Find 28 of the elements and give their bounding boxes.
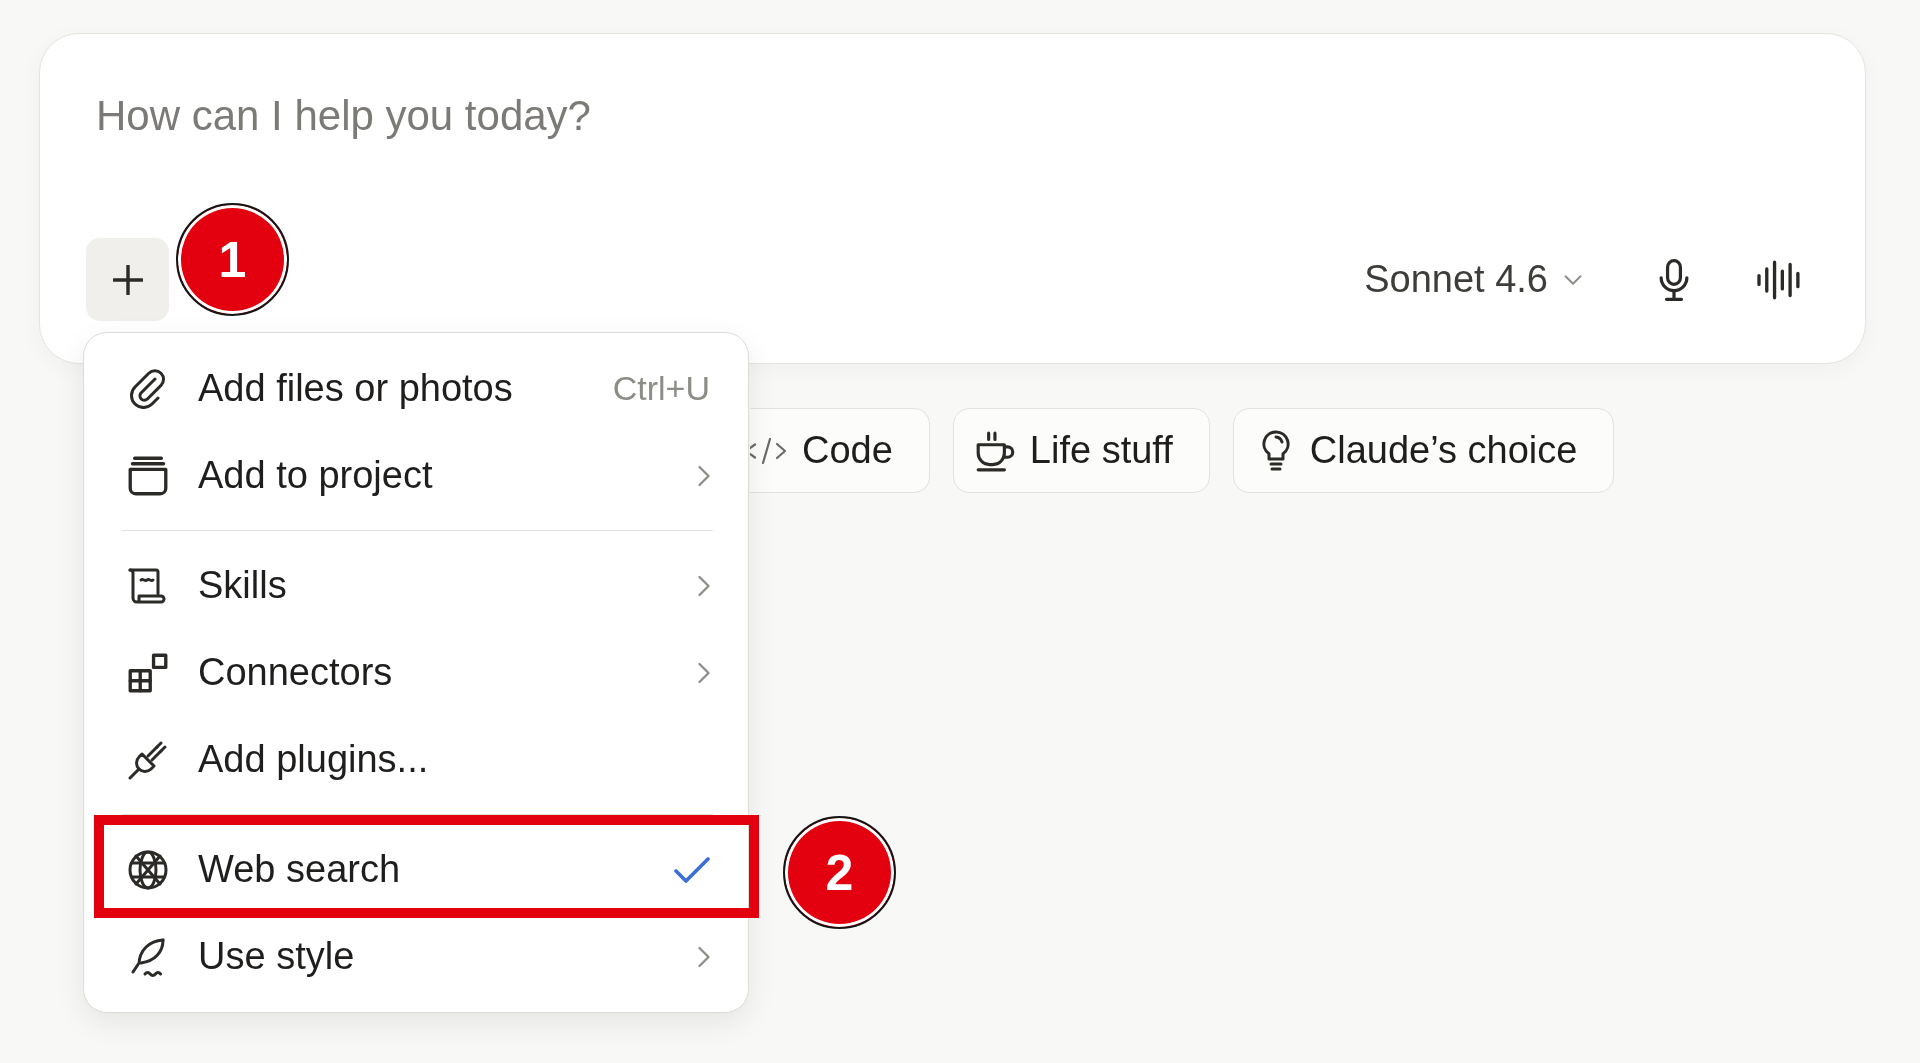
suggestion-chip[interactable]: Code [750,408,930,493]
chevron-right-icon [698,944,710,969]
microphone-icon [1658,257,1689,302]
message-input[interactable]: How can I help you today? [86,90,1820,142]
step-badge: 2 [783,816,896,929]
suggestion-chip[interactable]: Life stuff [952,408,1210,493]
add-button[interactable] [86,238,169,321]
menu-item[interactable]: Add files or photos Ctrl+U [98,345,734,432]
menu-item[interactable]: Connectors [98,629,734,716]
chevron-right-icon [698,573,710,598]
chevron-right-icon [698,463,710,488]
menu-item[interactable]: Web search [98,826,734,913]
globe-icon [128,849,168,890]
chevron-down-icon [1564,274,1582,285]
step-badge: 1 [176,203,289,316]
menu-item[interactable]: Use style [98,913,734,1000]
menu-item[interactable]: Add plugins... [98,716,734,803]
tray-icon [128,455,168,496]
blocks-icon [128,652,168,693]
shortcut-hint: Ctrl+U [612,369,710,408]
menu-item[interactable]: Add to project [98,432,734,519]
chevron-right-icon [698,660,710,685]
paperclip-icon [128,368,168,409]
menu-item[interactable]: Skills [98,542,734,629]
suggestion-chip[interactable]: Claude’s choice [1232,408,1615,493]
plus-icon [112,264,143,295]
model-selector[interactable]: Sonnet 4.6 [1350,247,1596,312]
plug-icon [128,739,168,780]
